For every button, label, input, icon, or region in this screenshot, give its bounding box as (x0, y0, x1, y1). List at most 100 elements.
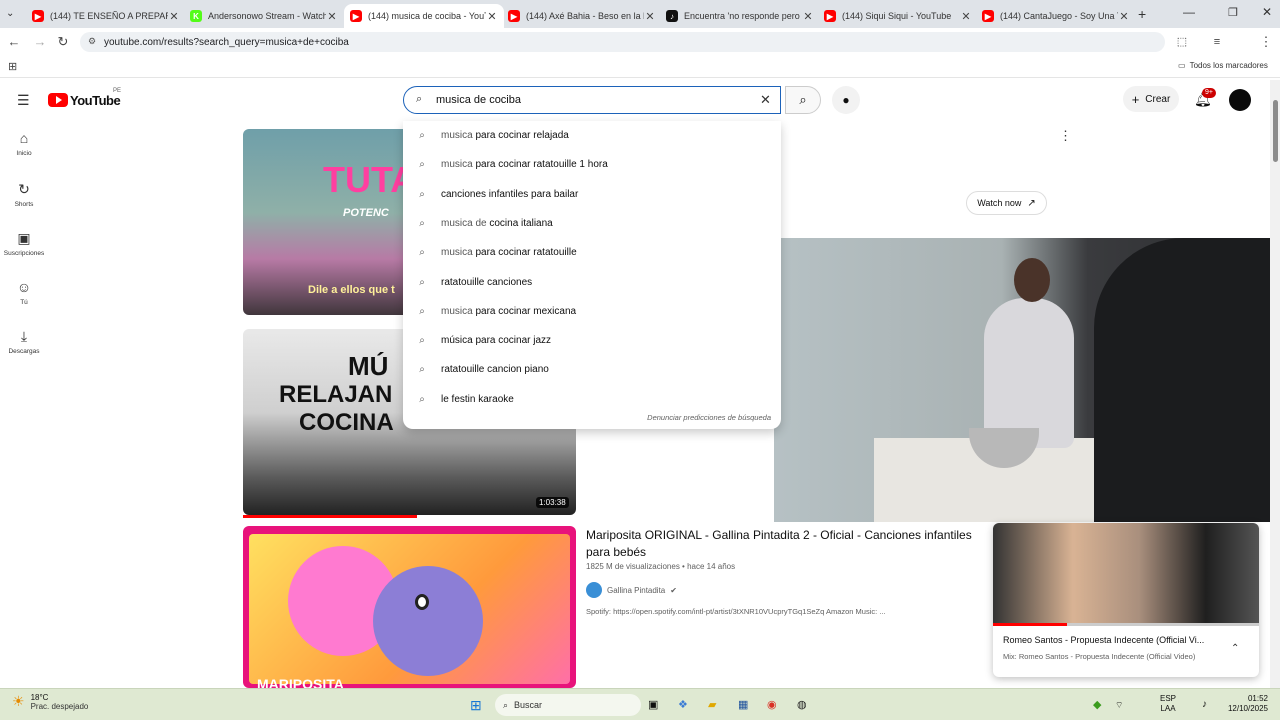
tab-title: (144) TE ENSEÑO A PREPARAR (50, 11, 168, 21)
shorts-icon: ↻ (18, 181, 30, 197)
thumb3-title-text: MARIPOSITA (257, 676, 344, 688)
sidebar-item-label: Shorts (14, 201, 34, 208)
browser-tab[interactable]: ▶ (144) TE ENSEÑO A PREPARAR✕ (26, 4, 186, 28)
mini-player-progress-fill (993, 623, 1068, 626)
extensions-icon[interactable]: ⬚ (1174, 34, 1190, 50)
folder-icon: ▭ (1178, 61, 1186, 70)
youtube-logo-region: PE (113, 88, 122, 94)
tab-close-icon[interactable]: ✕ (326, 10, 338, 23)
clear-search-icon[interactable]: ✕ (760, 92, 771, 108)
tab-close-icon[interactable]: ✕ (960, 10, 972, 23)
search-suggestion[interactable]: ⌕ le festin karaoke (403, 385, 781, 414)
search-suggestion[interactable]: ⌕ musica para cocinar relajada (403, 121, 781, 150)
file-explorer-icon[interactable]: ▰ (708, 697, 716, 713)
voice-search-button[interactable]: ● (832, 86, 860, 114)
search-suggestion[interactable]: ⌕ ratatouille cancion piano (403, 355, 781, 384)
copilot-icon[interactable]: ❖ (678, 697, 688, 713)
mini-player-title[interactable]: Romeo Santos - Propuesta Indecente (Offi… (1003, 635, 1204, 645)
site-info-icon[interactable]: ⚙ (88, 36, 96, 47)
tab-title: (144) musica de cociba - YouTu (368, 11, 486, 21)
sidebar-item[interactable]: ⤓ Descargas (0, 328, 48, 355)
tab-close-icon[interactable]: ✕ (644, 10, 656, 23)
start-button[interactable]: ⊞ (470, 697, 482, 713)
store-icon[interactable]: ▦ (738, 697, 748, 713)
reload-icon[interactable]: ↻ (55, 34, 71, 50)
suggestion-typed: musica (441, 247, 473, 259)
tab-favicon-icon: ▶ (350, 10, 362, 22)
search-suggestion[interactable]: ⌕ ratatouille canciones (403, 268, 781, 297)
search-suggestion[interactable]: ⌕ música para cocinar jazz (403, 326, 781, 355)
browser-tab[interactable]: ▶ (144) Siqui Siqui - YouTube ✕ (818, 4, 978, 28)
watch-now-button[interactable]: Watch now ↗ (966, 191, 1047, 215)
mini-player-video[interactable] (993, 523, 1259, 625)
address-bar-url: youtube.com/results?search_query=musica+… (104, 36, 349, 48)
search-suggestion[interactable]: ⌕ canciones infantiles para bailar (403, 180, 781, 209)
search-suggestion[interactable]: ⌕ musica de cocina italiana (403, 209, 781, 238)
new-tab-icon[interactable]: + (1138, 6, 1146, 22)
tab-favicon-icon: ▶ (32, 10, 44, 22)
video-thumbnail-3[interactable]: MARIPOSITA (243, 526, 576, 688)
suggestion-completion: para cocinar mexicana (472, 305, 577, 317)
close-window-icon[interactable]: ✕ (1262, 5, 1272, 19)
forward-icon[interactable]: → (32, 34, 48, 50)
windows-taskbar: ☀ 18°C Prac. despejado ⊞ ⌕ Buscar ▣ ❖ ▰ … (0, 688, 1280, 720)
search-suggestion[interactable]: ⌕ musica para cocinar ratatouille (403, 238, 781, 267)
browser-tab[interactable]: K Andersonowo Stream - Watch L ✕ (184, 4, 344, 28)
media-icon[interactable]: ≡ (1209, 34, 1225, 50)
video-options-icon[interactable]: ⋮ (1059, 128, 1072, 144)
browser-tab[interactable]: ▶ (144) musica de cociba - YouTu ✕ (344, 4, 504, 28)
floating-video-player[interactable] (774, 238, 1280, 522)
page-scrollbar[interactable] (1270, 80, 1280, 688)
tab-search-icon[interactable]: ⌄ (6, 8, 14, 19)
address-bar[interactable]: ⚙ youtube.com/results?search_query=music… (80, 32, 1165, 52)
taskbar-search[interactable]: ⌕ Buscar (495, 694, 641, 716)
wifi-icon[interactable]: ⌔ (1115, 697, 1123, 713)
clock[interactable]: 01:52 12/10/2025 (1220, 694, 1268, 714)
search-icon: ⌕ (419, 130, 425, 141)
obs-icon[interactable]: ◍ (797, 697, 807, 713)
mini-player[interactable]: Romeo Santos - Propuesta Indecente (Offi… (993, 523, 1259, 677)
search-suggestion[interactable]: ⌕ musica para cocinar ratatouille 1 hora (403, 150, 781, 179)
hamburger-menu-icon[interactable]: ☰ (17, 92, 30, 109)
tab-title: (144) Axé Bahia - Beso en la bo (526, 11, 644, 21)
search-suggestion[interactable]: ⌕ musica para cocinar mexicana (403, 297, 781, 326)
suggestion-completion: ratatouille canciones (441, 276, 533, 288)
apps-grid-icon[interactable]: ⊞ (8, 60, 17, 73)
tab-close-icon[interactable]: ✕ (802, 10, 814, 23)
task-view-icon[interactable]: ▣ (648, 697, 658, 713)
account-avatar[interactable] (1229, 89, 1251, 111)
search-button[interactable]: ⌕ (785, 86, 821, 114)
tab-favicon-icon: ▶ (824, 10, 836, 22)
browser-tab[interactable]: ▶ (144) Axé Bahia - Beso en la bo ✕ (502, 4, 662, 28)
menu-dots-icon[interactable]: ⋮ (1258, 34, 1274, 50)
browser-tab[interactable]: ▶ (144) CantaJuego - Soy Una Ta ✕ (976, 4, 1136, 28)
all-bookmarks[interactable]: ▭ Todos los marcadores (1178, 61, 1268, 70)
clock-time: 01:52 (1247, 694, 1268, 703)
tab-close-icon[interactable]: ✕ (168, 10, 180, 23)
sidebar-item[interactable]: ☺ Tú (0, 279, 48, 306)
tray-app-icon[interactable]: ◆ (1093, 697, 1101, 713)
volume-icon[interactable]: ♪ (1202, 697, 1207, 713)
search-input[interactable]: ⌕ musica de cociba ✕ (403, 86, 781, 114)
restore-icon[interactable]: ❐ (1228, 6, 1238, 19)
video-title[interactable]: Mariposita ORIGINAL - Gallina Pintadita … (586, 527, 996, 561)
back-icon[interactable]: ← (6, 34, 22, 50)
sidebar-item[interactable]: ▣ Suscripciones (0, 230, 48, 257)
tab-close-icon[interactable]: ✕ (486, 10, 498, 23)
channel-link[interactable]: Gallina Pintadita ✔ (586, 582, 677, 598)
mini-player-expand-icon[interactable]: ⌃ (1231, 643, 1239, 654)
sidebar-item[interactable]: ⌂ Inicio (0, 130, 48, 157)
page-scrollbar-thumb[interactable] (1273, 100, 1278, 162)
sidebar-item[interactable]: ↻ Shorts (0, 181, 48, 208)
report-predictions-link[interactable]: Denunciar predicciones de búsqueda (647, 413, 771, 422)
tab-close-icon[interactable]: ✕ (1118, 10, 1130, 23)
language-indicator[interactable]: ESP LAA (1160, 694, 1176, 714)
chrome-icon[interactable]: ◉ (767, 697, 777, 713)
browser-tab[interactable]: ♪ Encuentra 'no responde pero s ✕ (660, 4, 820, 28)
create-button[interactable]: + Crear (1123, 86, 1179, 112)
search-icon: ⌕ (419, 305, 425, 317)
minimize-icon[interactable]: — (1183, 5, 1195, 19)
weather-widget[interactable]: ☀ 18°C Prac. despejado (12, 693, 88, 711)
tab-title: (144) CantaJuego - Soy Una Ta (1000, 11, 1118, 21)
mini-player-progress-track[interactable] (993, 623, 1259, 626)
